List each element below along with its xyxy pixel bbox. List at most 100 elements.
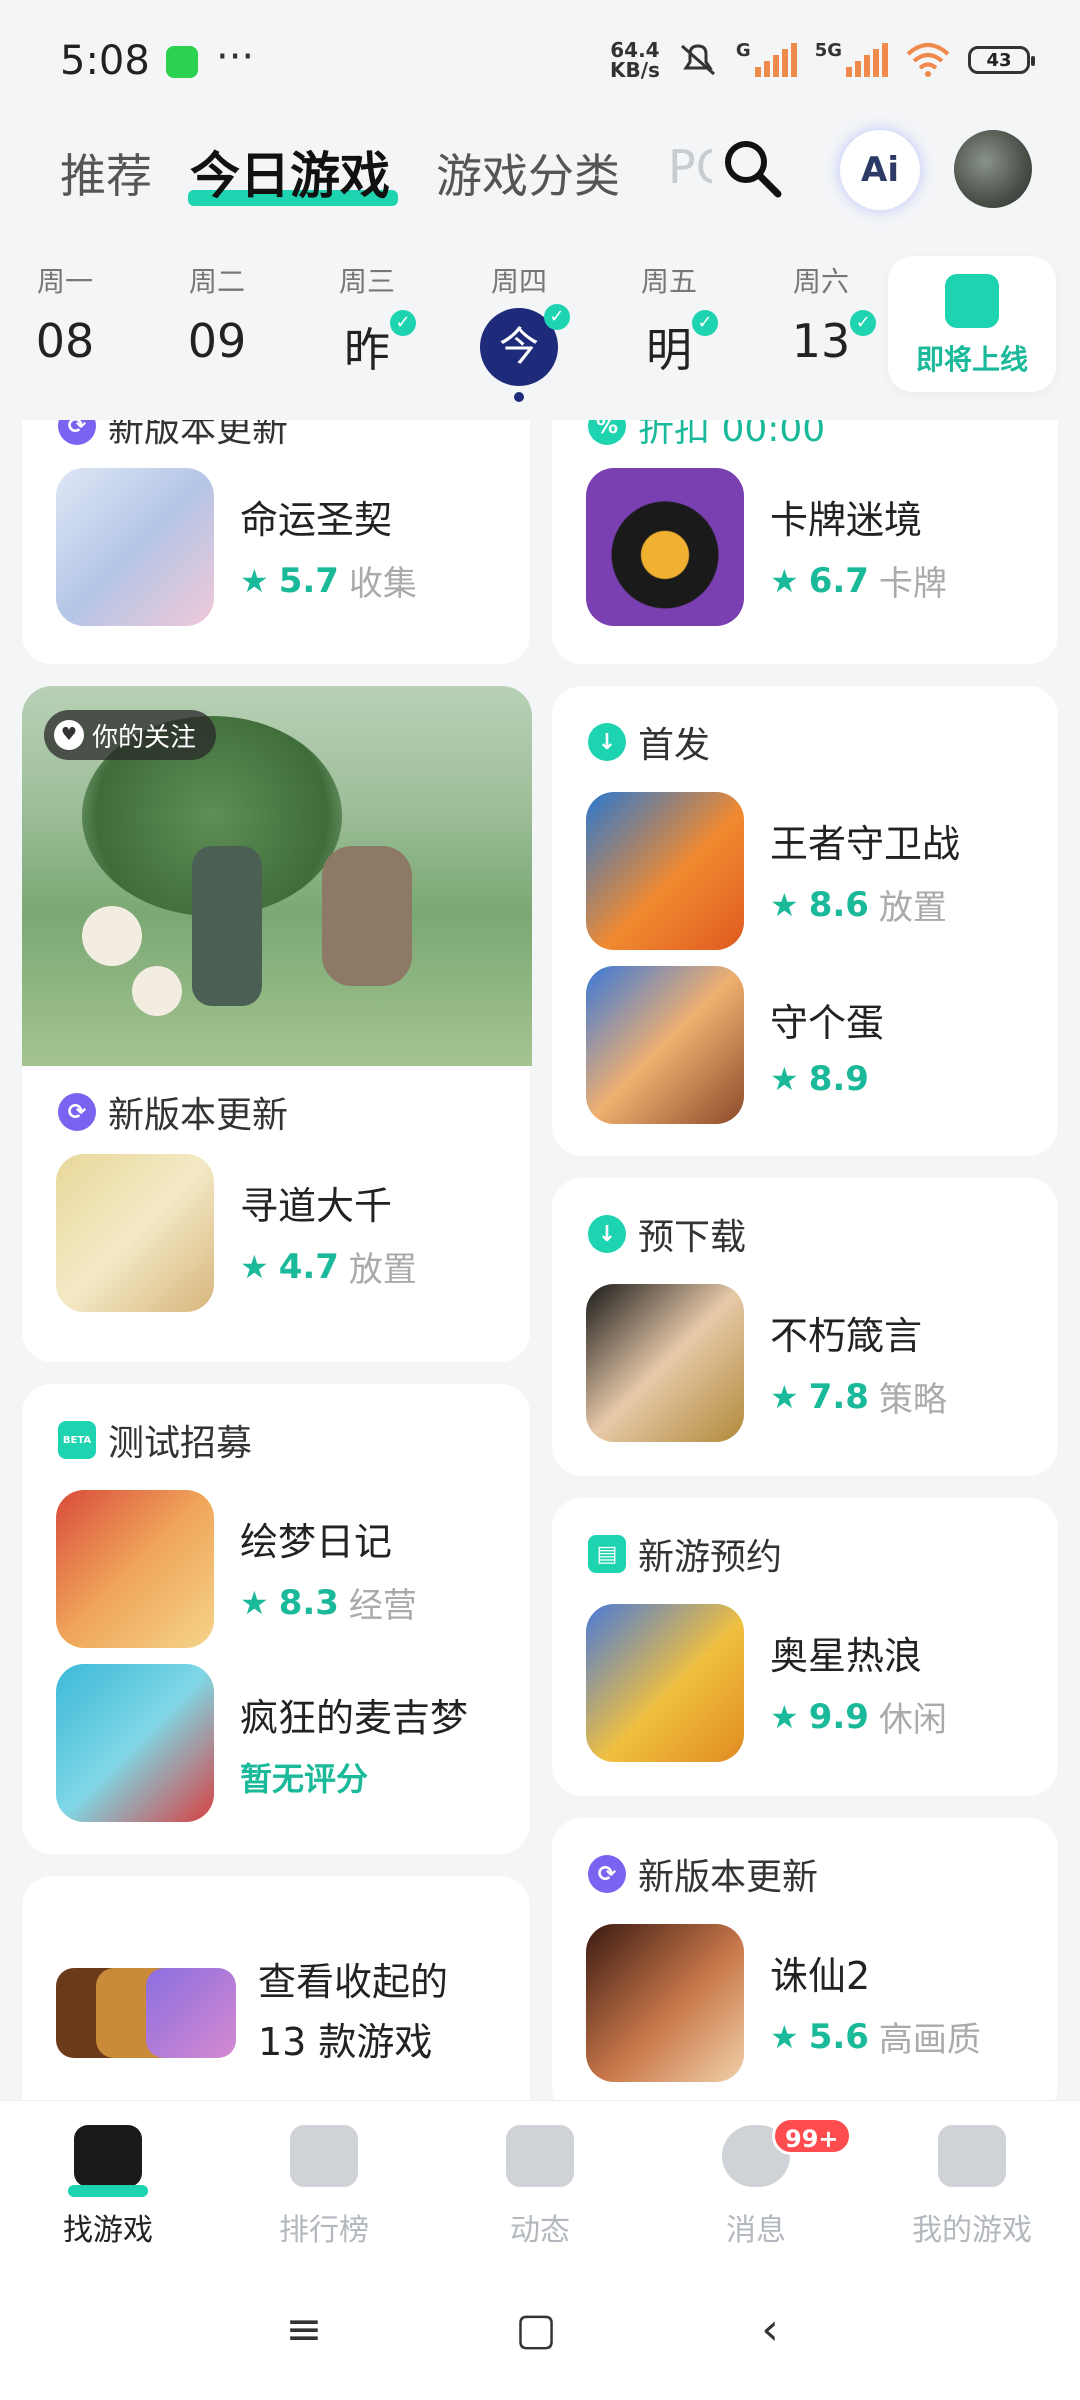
user-avatar[interactable] [954,130,1032,208]
heart-icon: ♥ [54,720,84,750]
unread-badge: 99+ [772,2117,852,2155]
game-thumbnail [586,792,744,950]
tab-recommend[interactable]: 推荐 [60,140,152,206]
day-thursday-today[interactable]: 周四 今 ✓ [454,260,584,402]
game-thumbnail [586,468,744,626]
star-icon: ★ [770,1377,799,1416]
calendar-icon [945,274,999,328]
game-banner-image: ♥ 你的关注 [22,686,532,1066]
card-header: 折扣 00:00 [638,420,826,450]
feed-icon [506,2125,574,2187]
signal-icon-2 [846,43,888,77]
find-games-icon [68,2125,148,2197]
day-monday[interactable]: 周一 08 [0,260,130,368]
card-header: 新版本更新 [108,1095,289,1136]
star-icon: ★ [770,2017,799,2056]
card-header: 新版本更新 [638,1857,819,1898]
day-tuesday[interactable]: 周二 09 [152,260,282,368]
tab-pc[interactable]: PC [668,140,712,194]
status-time: 5:08 [60,38,150,84]
star-icon: ★ [240,1583,269,1622]
home-icon[interactable]: ▢ [506,2300,566,2360]
game-item[interactable]: 卡牌迷境 ★ 6.7 卡牌 [586,468,947,626]
game-item[interactable]: 王者守卫战 ★ 8.6 放置 [586,792,960,950]
followed-game-card[interactable]: ♥ 你的关注 ⟳ 新版本更新 寻道大千 ★ 4.7 放置 [22,686,532,1362]
game-item[interactable]: 不朽箴言 ★ 7.8 策略 [586,1284,947,1442]
update-icon: ⟳ [58,1093,96,1131]
download-icon: ↓ [588,1215,626,1253]
day-friday[interactable]: 周五 明 ✓ [604,260,734,380]
game-thumbnail [56,1664,214,1822]
update-icon: ⟳ [588,1855,626,1893]
card-header: 测试招募 [108,1423,253,1464]
nav-messages[interactable]: 99+ 消息 [648,2117,864,2249]
check-icon: ✓ [692,310,718,336]
star-icon: ★ [240,561,269,600]
menu-icon[interactable]: ≡ [274,2300,334,2360]
game-feed: ⟳ 新版本更新 命运圣契 ★ 5.7 收集 ♥ 你的关注 ⟳ 新版本更新 寻道大… [0,420,1080,2100]
game-thumbnail [586,1284,744,1442]
back-icon[interactable]: ‹ [740,2300,800,2360]
message-app-icon [166,46,198,78]
first-release-card[interactable]: ↓ 首发 王者守卫战 ★ 8.6 放置 守个蛋 ★ 8.9 [552,686,1058,1156]
nav-ranking[interactable]: 排行榜 [216,2125,432,2249]
star-icon: ★ [770,561,799,600]
calendar-icon: ▤ [588,1535,626,1573]
game-item[interactable]: 守个蛋 ★ 8.9 [586,966,884,1124]
collapsed-games-text: 查看收起的 13 款游戏 [258,1960,449,2064]
game-thumbnail [586,1604,744,1762]
search-icon[interactable] [720,136,784,200]
day-saturday[interactable]: 周六 13 ✓ [756,260,886,368]
update-card-top[interactable]: ⟳ 新版本更新 命运圣契 ★ 5.7 收集 [22,420,530,664]
my-games-icon [938,2125,1006,2187]
upcoming-button[interactable]: 即将上线 [888,256,1056,392]
card-header: 首发 [638,725,711,766]
network-speed: 64.4 KB/s [609,38,660,82]
game-item[interactable]: 绘梦日记 ★ 8.3 经营 [56,1490,417,1648]
nav-my-games[interactable]: 我的游戏 [864,2125,1080,2249]
reservation-card[interactable]: ▤ 新游预约 奥星热浪 ★ 9.9 休闲 [552,1498,1058,1796]
beta-icon: BETA [58,1421,96,1459]
game-item[interactable]: 疯狂的麦吉梦 暂无评分 [56,1664,468,1822]
check-icon: ✓ [544,304,570,330]
mute-icon [680,44,715,76]
network-gen-label: G [735,40,751,61]
game-thumbnail [56,1154,214,1312]
tab-today-games[interactable]: 今日游戏 [190,136,390,208]
status-bar: 5:08 ··· 64.4 KB/s G 5G 43 [0,0,1080,120]
network-gen-label-2: 5G [814,40,842,61]
game-thumbnail [56,1490,214,1648]
game-thumbnail [586,1924,744,2082]
pre-download-card[interactable]: ↓ 预下载 不朽箴言 ★ 7.8 策略 [552,1178,1058,1476]
battery-icon: 43 [968,46,1035,74]
star-icon: ★ [770,1059,799,1098]
date-selector: 周一 08 周二 09 周三 昨 ✓ 周四 今 ✓ 周五 明 ✓ 周六 13 ✓ 即将上… [0,250,1080,410]
update-card-bottom[interactable]: ⟳ 新版本更新 诛仙2 ★ 5.6 高画质 [552,1818,1058,2100]
collapsed-game-thumbnails [56,1968,236,2058]
beta-recruit-card[interactable]: BETA 测试招募 绘梦日记 ★ 8.3 经营 疯狂的麦吉梦 暂无评分 [22,1384,530,1854]
game-item[interactable]: 奥星热浪 ★ 9.9 休闲 [586,1604,947,1762]
following-badge: ♥ 你的关注 [44,710,217,760]
game-thumbnail [56,468,214,626]
card-header: 新版本更新 [108,420,289,450]
ai-assistant-button[interactable]: Ai [840,130,920,210]
star-icon: ★ [770,1697,799,1736]
card-header: 预下载 [638,1217,747,1258]
system-navigation-bar: ≡ ▢ ‹ [0,2260,1080,2400]
collapsed-games-card[interactable]: 查看收起的 13 款游戏 [22,1876,530,2100]
game-item[interactable]: 诛仙2 ★ 5.6 高画质 [586,1924,981,2082]
day-wednesday[interactable]: 周三 昨 ✓ [302,260,432,380]
nav-find-games[interactable]: 找游戏 [0,2125,216,2249]
status-indicators: 64.4 KB/s G 5G 43 [609,38,1035,82]
nav-feed[interactable]: 动态 [432,2125,648,2249]
download-icon: ↓ [588,723,626,761]
game-thumbnail [586,966,744,1124]
discount-icon: % [588,420,626,445]
card-header: 新游预约 [638,1537,783,1578]
game-item[interactable]: 命运圣契 ★ 5.7 收集 [56,468,417,626]
tab-categories[interactable]: 游戏分类 [436,140,620,206]
game-item[interactable]: 寻道大千 ★ 4.7 放置 [56,1154,417,1312]
ranking-icon [290,2125,358,2187]
discount-card[interactable]: % 折扣 00:00 卡牌迷境 ★ 6.7 卡牌 [552,420,1058,664]
today-indicator: 今 ✓ [480,304,570,386]
